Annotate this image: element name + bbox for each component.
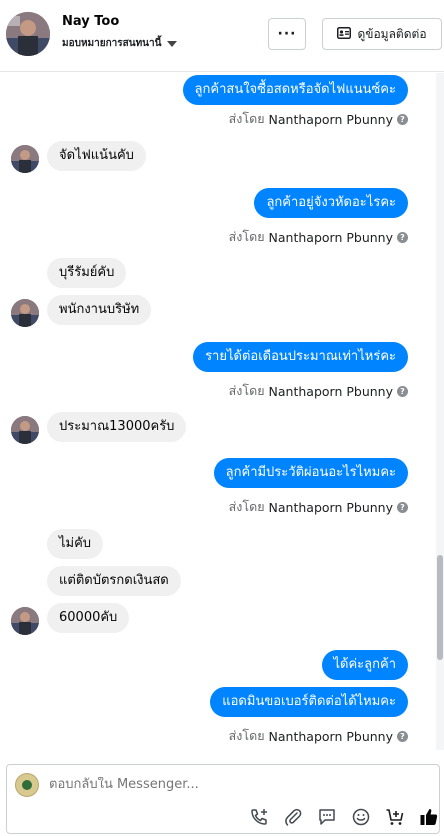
- thumbs-up-icon[interactable]: [417, 805, 441, 829]
- incoming-message[interactable]: ประมาณ13000ครับ: [47, 412, 187, 442]
- caret-down-icon: [167, 40, 178, 47]
- assign-conversation-dropdown[interactable]: มอบหมายการสนทนานี้: [62, 36, 178, 51]
- sent-by-prefix: ส่งโดย: [228, 383, 265, 398]
- assign-label: มอบหมายการสนทนานี้: [62, 38, 162, 49]
- chat-bubble-icon[interactable]: [315, 805, 339, 829]
- message-thread: ลูกค้าสนใจซื้อสดหรือจัดไฟแนนซ์คะ ส่งโดย …: [0, 73, 444, 750]
- incoming-message[interactable]: แต่ติดบัตรกดเงินสด: [47, 566, 181, 596]
- reply-composer: [6, 764, 440, 834]
- contact-avatar[interactable]: [6, 12, 50, 56]
- view-contact-info-label: ดูข้อมูลติดต่อ: [357, 26, 427, 41]
- sent-by-prefix: ส่งโดย: [228, 499, 265, 514]
- sent-by-label: ส่งโดย Nanthaporn Pbunny ?: [229, 381, 408, 401]
- incoming-message[interactable]: ไม่คับ: [47, 529, 104, 559]
- more-options-button[interactable]: ···: [268, 18, 306, 50]
- outgoing-message[interactable]: ลูกค้าสนใจซื้อสดหรือจัดไฟแนนซ์คะ: [182, 75, 408, 105]
- sent-by-agent: Nanthaporn Pbunny: [268, 728, 393, 744]
- scrollbar-thumb[interactable]: [437, 555, 443, 660]
- sent-by-agent: Nanthaporn Pbunny: [268, 229, 393, 245]
- contact-avatar-small[interactable]: [11, 607, 39, 635]
- sent-by-label: ส่งโดย Nanthaporn Pbunny ?: [229, 726, 408, 746]
- contact-avatar-small[interactable]: [11, 416, 39, 444]
- incoming-message[interactable]: บุรีรัมย์คับ: [47, 258, 127, 288]
- reply-input[interactable]: [49, 777, 349, 792]
- sent-by-label: ส่งโดย Nanthaporn Pbunny ?: [229, 109, 408, 129]
- help-icon[interactable]: ?: [397, 231, 408, 243]
- outgoing-message[interactable]: ลูกค้าอยู่จังวหัดอะไรคะ: [254, 188, 408, 218]
- sent-by-agent: Nanthaporn Pbunny: [268, 383, 393, 399]
- outgoing-message[interactable]: แอดมินขอเบอร์ติดต่อได้ไหมคะ: [210, 687, 408, 717]
- sent-by-prefix: ส่งโดย: [228, 728, 265, 743]
- incoming-message[interactable]: 60000คับ: [47, 603, 130, 633]
- more-options-label: ···: [277, 26, 297, 42]
- outgoing-message[interactable]: ลูกค้ามีประวัติผ่อนอะไรไหมคะ: [213, 458, 408, 488]
- contact-name: Nay Too: [62, 14, 120, 29]
- contact-avatar-small[interactable]: [11, 299, 39, 327]
- help-icon[interactable]: ?: [397, 385, 408, 397]
- incoming-message[interactable]: จัดไฟแน้นคับ: [47, 141, 146, 171]
- sent-by-label: ส่งโดย Nanthaporn Pbunny ?: [229, 227, 408, 247]
- help-icon[interactable]: ?: [397, 730, 408, 742]
- page-avatar: [15, 773, 39, 797]
- composer-toolbar: [247, 805, 441, 829]
- outgoing-message[interactable]: ได้ค่ะลูกค้า: [321, 650, 408, 680]
- contact-card-icon: [337, 26, 352, 42]
- incoming-message[interactable]: พนักงานบริษัท: [47, 295, 152, 325]
- view-contact-info-button[interactable]: ดูข้อมูลติดต่อ: [322, 18, 442, 50]
- sent-by-prefix: ส่งโดย: [228, 229, 265, 244]
- phone-plus-icon[interactable]: [247, 805, 271, 829]
- sent-by-agent: Nanthaporn Pbunny: [268, 499, 393, 515]
- help-icon[interactable]: ?: [397, 113, 408, 125]
- outgoing-message[interactable]: รายได้ต่อเดือนประมาณเท่าไหร่คะ: [193, 342, 408, 372]
- paperclip-icon[interactable]: [281, 805, 305, 829]
- cart-plus-icon[interactable]: [383, 805, 407, 829]
- sent-by-label: ส่งโดย Nanthaporn Pbunny ?: [229, 497, 408, 517]
- sent-by-agent: Nanthaporn Pbunny: [268, 111, 393, 127]
- conversation-header: Nay Too มอบหมายการสนทนานี้ ··· ดูข้อมูลต…: [0, 0, 444, 72]
- contact-avatar-small[interactable]: [11, 145, 39, 173]
- help-icon[interactable]: ?: [397, 501, 408, 513]
- sent-by-prefix: ส่งโดย: [228, 111, 265, 126]
- emoji-icon[interactable]: [349, 805, 373, 829]
